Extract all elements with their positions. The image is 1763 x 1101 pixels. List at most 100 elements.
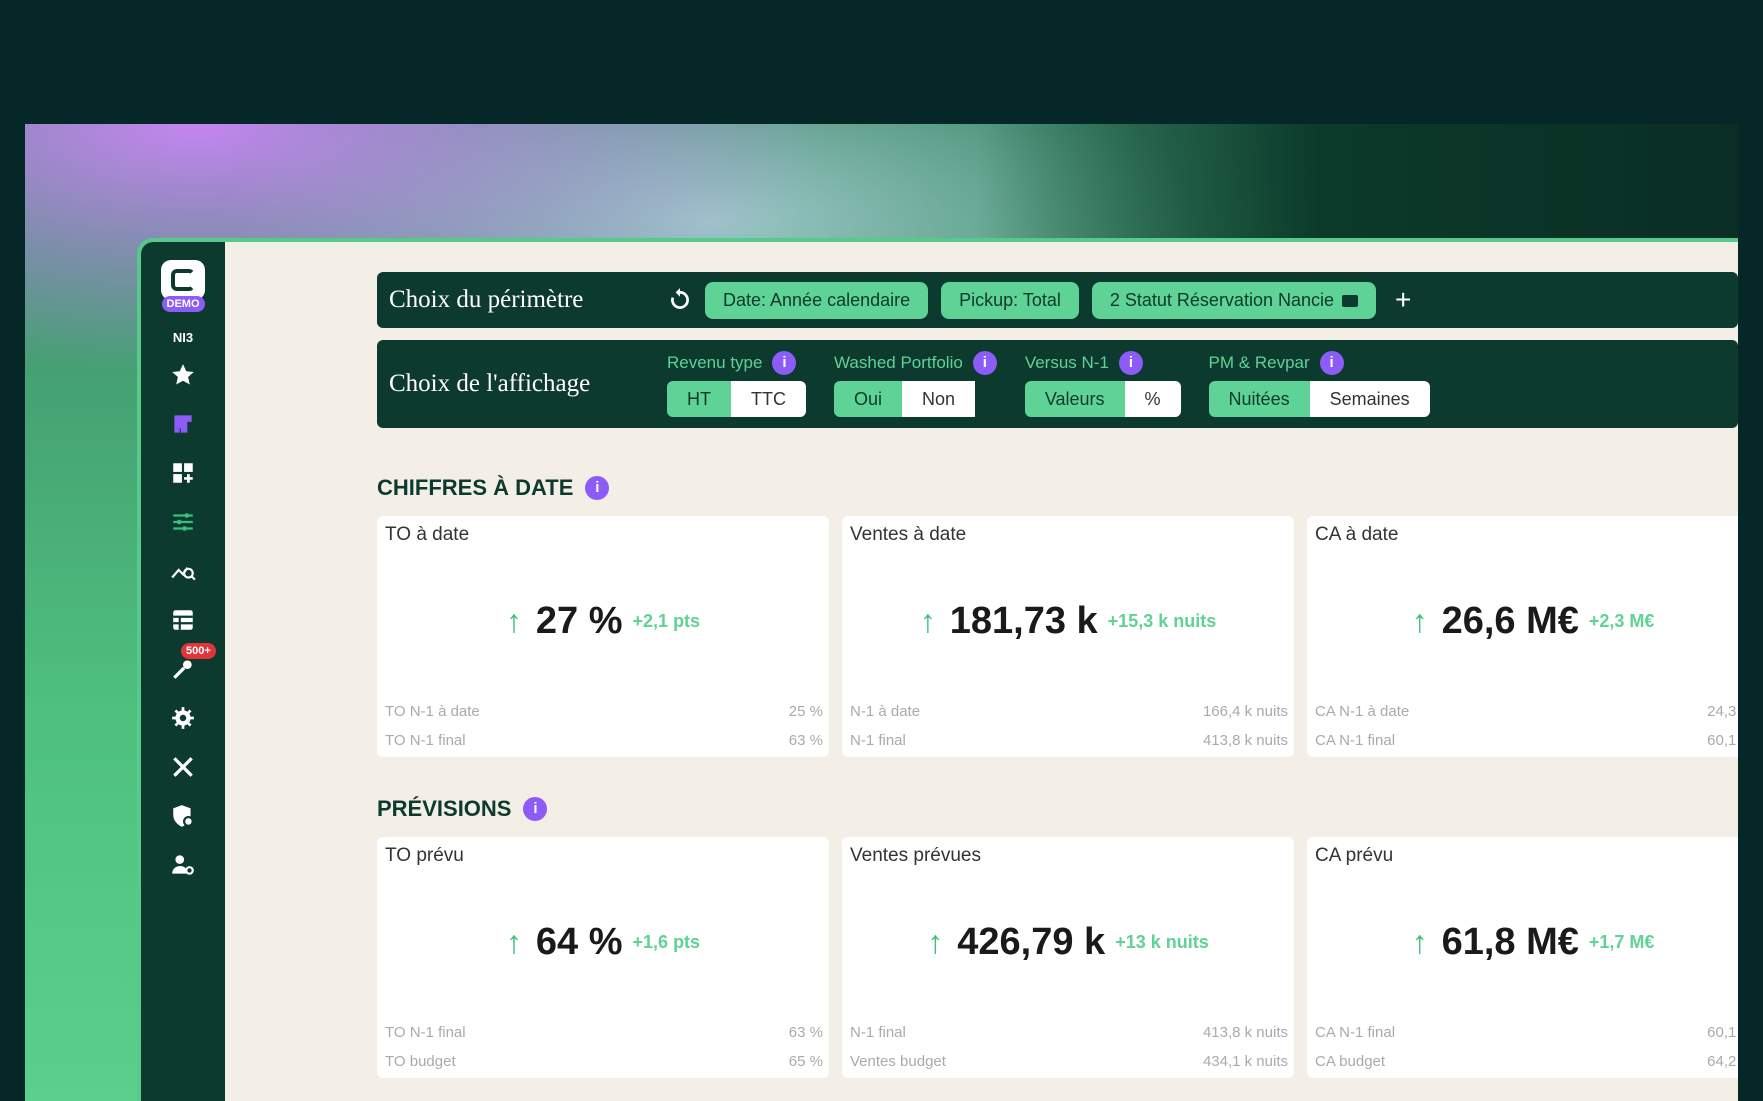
kpi-value: 64 % xyxy=(535,921,623,963)
toggle-option-ht[interactable]: HT xyxy=(667,381,731,417)
toggle-option-non[interactable]: Non xyxy=(902,381,976,417)
option-label: Revenu type xyxy=(667,353,763,372)
security-shield-icon[interactable] xyxy=(163,796,203,836)
info-icon[interactable]: i xyxy=(772,351,797,375)
arrow-up-icon: ↑ xyxy=(927,924,944,960)
card-footer: TO N-1 à date 25 % TO N-1 final 63 % xyxy=(385,691,823,749)
info-icon[interactable]: i xyxy=(1319,351,1344,375)
foot-value: 434,1 k nuits xyxy=(1202,1053,1288,1070)
toggle-option-semaines[interactable]: Semaines xyxy=(1309,381,1430,417)
foot-label: CA budget xyxy=(1315,1053,1386,1070)
kpi-delta: +13 k nuits xyxy=(1115,932,1209,952)
toggle-option-percent[interactable]: % xyxy=(1124,381,1181,417)
foot-value: 413,8 k nuits xyxy=(1202,1024,1288,1041)
kpi-card-ca-forecast[interactable]: CA prévu ↑ 61,8 M€ +1,7 M€ CA N-1 final 6… xyxy=(1307,837,1738,1078)
foot-label: N-1 final xyxy=(850,732,906,749)
kpi-card-to-forecast[interactable]: TO prévu ↑ 64 % +1,6 pts TO N-1 final 63 … xyxy=(377,837,829,1078)
arrow-up-icon: ↑ xyxy=(919,603,936,639)
kpi-card-ventes-forecast[interactable]: Ventes prévues ↑ 426,79 k +13 k nuits N-… xyxy=(842,837,1294,1078)
demo-badge: DEMO xyxy=(161,296,205,312)
option-washed-portfolio: Washed Portfolio i Oui Non xyxy=(834,351,997,417)
chip-remove-icon[interactable] xyxy=(1342,294,1358,307)
kpi-delta: +1,7 M€ xyxy=(1588,932,1655,952)
foot-label: TO budget xyxy=(385,1053,456,1070)
card-title: Ventes prévues xyxy=(850,845,981,866)
sidebar: DEMO NI3 500+ xyxy=(141,242,225,1101)
foot-label: Ventes budget xyxy=(850,1053,946,1070)
kpi-card-ca[interactable]: CA à date ↑ 26,6 M€ +2,3 M€ CA N-1 à dat… xyxy=(1307,516,1738,757)
kpi-card-ventes[interactable]: Ventes à date ↑ 181,73 k +15,3 k nuits N… xyxy=(842,516,1294,757)
kpi-delta: +1,6 pts xyxy=(632,932,701,952)
notification-badge: 500+ xyxy=(181,643,216,659)
toggle: Nuitées Semaines xyxy=(1208,381,1430,417)
kpi-value: 27 % xyxy=(535,600,623,642)
option-revenu-type: Revenu type i HT TTC xyxy=(667,351,806,417)
option-label: Washed Portfolio xyxy=(834,353,963,372)
section-title-text: CHIFFRES À DATE xyxy=(377,475,574,500)
card-footer: CA N-1 à date 24,3 M CA N-1 final 60,1 M xyxy=(1315,691,1738,749)
foot-label: CA N-1 à date xyxy=(1315,703,1410,720)
reset-icon[interactable] xyxy=(667,287,701,313)
toggle-option-oui[interactable]: Oui xyxy=(834,381,903,417)
widgets-add-icon[interactable] xyxy=(163,453,203,493)
card-title: TO à date xyxy=(385,524,470,545)
filters-icon[interactable] xyxy=(163,502,203,542)
info-icon[interactable]: i xyxy=(523,797,548,821)
user-code[interactable]: NI3 xyxy=(173,330,193,345)
kpi-delta: +2,3 M€ xyxy=(1588,611,1655,631)
foot-value: 65 % xyxy=(788,1053,823,1070)
info-icon[interactable]: i xyxy=(585,476,610,500)
kpi-value: 181,73 k xyxy=(949,600,1098,642)
toggle-option-valeurs[interactable]: Valeurs xyxy=(1024,381,1125,417)
kpi-card-to[interactable]: TO à date ↑ 27 % +2,1 pts TO N-1 à date 2… xyxy=(377,516,829,757)
card-footer: N-1 final 413,8 k nuits Ventes budget 434,… xyxy=(850,1012,1288,1070)
settings-gear-icon[interactable] xyxy=(163,698,203,738)
section-title-text: PRÉVISIONS xyxy=(377,796,512,821)
info-icon[interactable]: i xyxy=(1118,351,1143,375)
info-icon[interactable]: i xyxy=(972,351,997,375)
toggle: HT TTC xyxy=(667,381,806,417)
foot-label: N-1 final xyxy=(850,1024,906,1041)
kpi-value: 26,6 M€ xyxy=(1441,600,1579,642)
analytics-search-icon[interactable] xyxy=(163,551,203,591)
foot-value: 24,3 M xyxy=(1707,703,1738,720)
filter-chip-pickup[interactable]: Pickup: Total xyxy=(941,281,1079,319)
build-tools-icon[interactable] xyxy=(163,747,203,787)
kpi-value: 426,79 k xyxy=(957,921,1106,963)
toggle-option-ttc[interactable]: TTC xyxy=(731,381,806,417)
toggle: Oui Non xyxy=(834,381,997,417)
table-icon[interactable] xyxy=(163,600,203,640)
foot-value: 413,8 k nuits xyxy=(1202,732,1288,749)
dashboard-active-icon[interactable] xyxy=(163,404,203,444)
toggle: Valeurs % xyxy=(1024,381,1181,417)
card-footer: TO N-1 final 63 % TO budget 65 % xyxy=(385,1012,823,1070)
scope-title: Choix du périmètre xyxy=(389,286,584,313)
toggle-option-nuitees[interactable]: Nuitées xyxy=(1208,381,1310,417)
foot-value: 60,1 M xyxy=(1707,732,1738,749)
card-footer: N-1 à date 166,4 k nuits N-1 final 413,8 k… xyxy=(850,691,1288,749)
option-versus-n1: Versus N-1 i Valeurs % xyxy=(1024,351,1181,417)
foot-label: TO N-1 final xyxy=(385,732,466,749)
foot-label: CA N-1 final xyxy=(1315,732,1396,749)
foot-label: CA N-1 final xyxy=(1315,1024,1396,1041)
foot-value: 25 % xyxy=(788,703,823,720)
user-settings-icon[interactable] xyxy=(163,845,203,885)
foot-value: 166,4 k nuits xyxy=(1202,703,1288,720)
card-title: CA à date xyxy=(1315,524,1399,545)
star-icon[interactable] xyxy=(163,355,203,395)
foot-value: 63 % xyxy=(788,732,823,749)
foot-label: TO N-1 final xyxy=(385,1024,466,1041)
option-label: Versus N-1 xyxy=(1024,353,1109,372)
arrow-up-icon: ↑ xyxy=(1411,924,1428,960)
app-logo[interactable] xyxy=(161,260,205,300)
filter-chip-date[interactable]: Date: Année calendaire xyxy=(705,281,929,319)
display-title: Choix de l'affichage xyxy=(389,370,591,397)
add-filter-button[interactable]: + xyxy=(1395,284,1411,316)
section-title-to-date: CHIFFRES À DATE i xyxy=(377,475,610,501)
filter-chip-status[interactable]: 2 Statut Réservation Nancie xyxy=(1091,281,1376,319)
kpi-delta: +15,3 k nuits xyxy=(1107,611,1217,631)
arrow-up-icon: ↑ xyxy=(505,924,522,960)
card-title: Ventes à date xyxy=(850,524,967,545)
arrow-up-icon: ↑ xyxy=(505,603,522,639)
tools-notification-icon[interactable]: 500+ xyxy=(163,643,216,689)
